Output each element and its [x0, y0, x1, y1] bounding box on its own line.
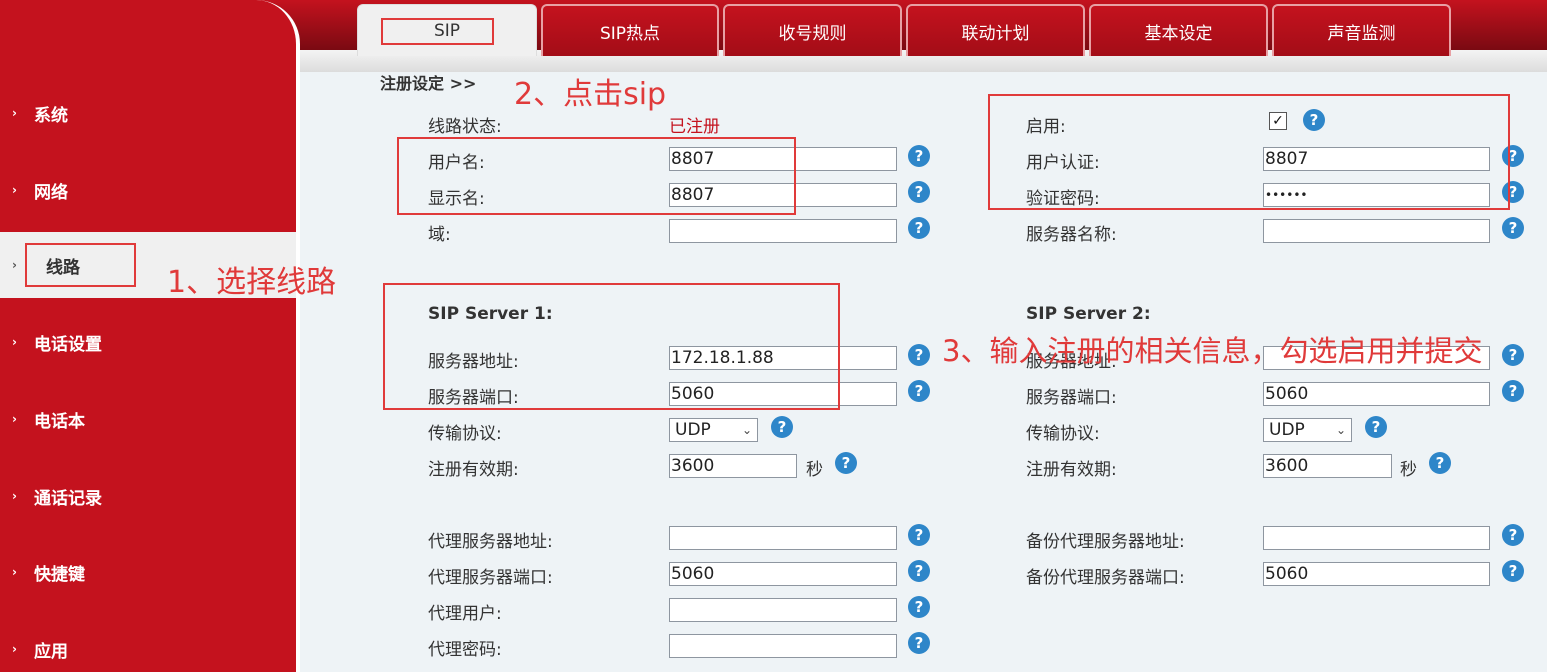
tab-label: 基本设定: [1144, 23, 1213, 44]
chevron-right-icon: ›: [12, 335, 17, 349]
server2-transport-label: 传输协议:: [1026, 424, 1100, 444]
chevron-right-icon: ›: [12, 412, 17, 426]
backup-proxy-port-input[interactable]: 5060: [1263, 562, 1490, 586]
sidebar-item-label: 快捷键: [34, 564, 85, 585]
sidebar-item-label: 网络: [34, 182, 68, 203]
proxy-user-label: 代理用户:: [428, 604, 502, 624]
sidebar-item-phone-settings[interactable]: › 电话设置: [0, 322, 296, 362]
domain-input[interactable]: [669, 219, 897, 243]
server1-expire-label: 注册有效期:: [428, 460, 519, 480]
line-status-value: 已注册: [669, 117, 720, 137]
sip-server-2-title: SIP Server 2:: [1026, 304, 1151, 324]
annotation-step1: 1、选择线路: [167, 265, 337, 300]
server-name-input[interactable]: [1263, 219, 1490, 243]
proxy-port-input[interactable]: 5060: [669, 562, 897, 586]
domain-label: 域:: [428, 225, 451, 245]
help-icon[interactable]: ?: [1365, 416, 1387, 438]
proxy-addr-input[interactable]: [669, 526, 897, 550]
annotation-box-server1: [383, 283, 840, 410]
sidebar-item-label: 应用: [34, 641, 68, 662]
server-name-label: 服务器名称:: [1026, 225, 1117, 245]
help-icon[interactable]: ?: [908, 181, 930, 203]
tab-dial-rules[interactable]: 收号规则: [723, 4, 902, 56]
sidebar-item-network[interactable]: › 网络: [0, 170, 296, 210]
server2-expire-label: 注册有效期:: [1026, 460, 1117, 480]
sidebar-item-phonebook[interactable]: › 电话本: [0, 399, 296, 439]
select-value: UDP: [1269, 420, 1305, 440]
chevron-right-icon: ›: [12, 258, 17, 272]
help-icon[interactable]: ?: [908, 632, 930, 654]
tab-sound-monitor[interactable]: 声音监测: [1272, 4, 1451, 56]
sidebar-item-apps[interactable]: › 应用: [0, 629, 296, 669]
tab-label: 声音监测: [1327, 23, 1396, 44]
proxy-addr-label: 代理服务器地址:: [428, 532, 553, 552]
backup-proxy-port-label: 备份代理服务器端口:: [1026, 568, 1185, 588]
help-icon[interactable]: ?: [1502, 380, 1524, 402]
chevron-right-icon: ›: [12, 565, 17, 579]
help-icon[interactable]: ?: [908, 344, 930, 366]
tab-sip-hotspot[interactable]: SIP热点: [541, 4, 719, 56]
tab-label: SIP热点: [599, 23, 661, 44]
help-icon[interactable]: ?: [771, 416, 793, 438]
chevron-right-icon: ›: [12, 106, 17, 120]
select-value: UDP: [675, 420, 711, 440]
seconds-unit: 秒: [1400, 460, 1417, 480]
chevron-right-icon: ›: [12, 642, 17, 656]
sidebar-item-label: 系统: [34, 105, 68, 126]
server2-transport-select[interactable]: UDP ⌄: [1263, 418, 1352, 442]
help-icon[interactable]: ?: [835, 452, 857, 474]
annotation-box-line: [25, 243, 136, 287]
sidebar-item-label: 电话本: [34, 411, 85, 432]
server2-expire-input[interactable]: 3600: [1263, 454, 1392, 478]
sidebar-item-system[interactable]: › 系统: [0, 93, 296, 133]
annotation-step2: 2、点击sip: [514, 77, 667, 112]
server2-port-label: 服务器端口:: [1026, 388, 1117, 408]
annotation-box-sip-tab: [381, 18, 494, 45]
tab-linkage-plan[interactable]: 联动计划: [906, 4, 1085, 56]
line-status-label: 线路状态:: [428, 117, 502, 137]
backup-proxy-addr-label: 备份代理服务器地址:: [1026, 532, 1185, 552]
help-icon[interactable]: ?: [1429, 452, 1451, 474]
help-icon[interactable]: ?: [908, 524, 930, 546]
sidebar-item-call-log[interactable]: › 通话记录: [0, 476, 296, 516]
sidebar-item-label: 电话设置: [34, 334, 102, 355]
tab-label: 联动计划: [961, 23, 1030, 44]
help-icon[interactable]: ?: [908, 560, 930, 582]
annotation-step3: 3、输入注册的相关信息，勾选启用并提交: [942, 334, 1483, 368]
server1-transport-select[interactable]: UDP ⌄: [669, 418, 758, 442]
proxy-password-input[interactable]: [669, 634, 897, 658]
tab-basic-settings[interactable]: 基本设定: [1089, 4, 1268, 56]
chevron-right-icon: ›: [12, 183, 17, 197]
sidebar-item-label: 通话记录: [34, 488, 102, 509]
seconds-unit: 秒: [806, 460, 823, 480]
help-icon[interactable]: ?: [908, 380, 930, 402]
help-icon[interactable]: ?: [1502, 344, 1524, 366]
help-icon[interactable]: ?: [908, 217, 930, 239]
annotation-box-auth-fields: [988, 94, 1510, 210]
chevron-down-icon: ⌄: [741, 423, 752, 437]
sidebar-item-shortcut[interactable]: › 快捷键: [0, 552, 296, 592]
proxy-password-label: 代理密码:: [428, 640, 502, 660]
server2-port-input[interactable]: 5060: [1263, 382, 1490, 406]
help-icon[interactable]: ?: [908, 145, 930, 167]
help-icon[interactable]: ?: [908, 596, 930, 618]
proxy-port-label: 代理服务器端口:: [428, 568, 553, 588]
chevron-right-icon: ›: [12, 489, 17, 503]
server1-transport-label: 传输协议:: [428, 424, 502, 444]
backup-proxy-addr-input[interactable]: [1263, 526, 1490, 550]
tab-label: 收号规则: [778, 23, 847, 44]
help-icon[interactable]: ?: [1502, 560, 1524, 582]
chevron-down-icon: ⌄: [1335, 423, 1346, 437]
breadcrumb: 注册设定 >>: [380, 74, 477, 93]
help-icon[interactable]: ?: [1502, 524, 1524, 546]
annotation-box-user-fields: [397, 137, 796, 215]
help-icon[interactable]: ?: [1502, 217, 1524, 239]
server1-expire-input[interactable]: 3600: [669, 454, 797, 478]
proxy-user-input[interactable]: [669, 598, 897, 622]
